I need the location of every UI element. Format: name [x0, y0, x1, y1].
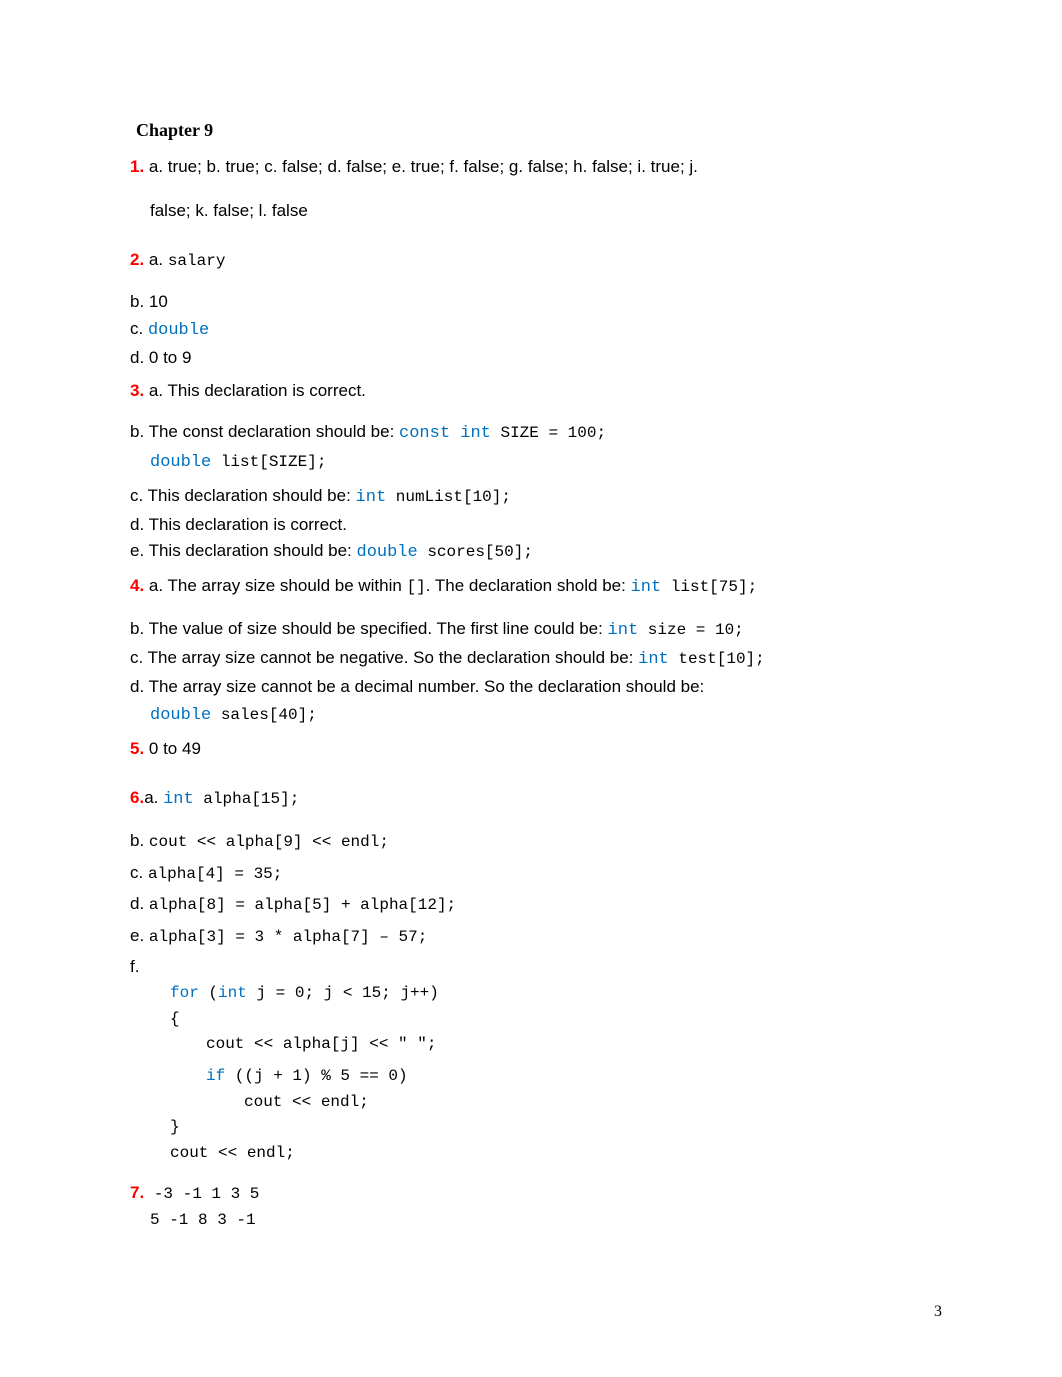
q4-c-text: c. The array size cannot be negative. So… — [130, 648, 638, 667]
q4-a-keyword: int — [631, 578, 662, 597]
q6-a-keyword: int — [163, 790, 194, 809]
q7-number: 7. — [130, 1183, 144, 1202]
q7-output1: -3 -1 1 3 5 — [144, 1185, 259, 1203]
q6-e-code: alpha[3] = 3 * alpha[7] – 57; — [149, 928, 427, 946]
q6-b-prefix: b. — [130, 831, 149, 850]
q2-b: b. 10 — [130, 291, 932, 314]
q7-line2: 5 -1 8 3 -1 — [150, 1210, 932, 1232]
q4-b-code: size = 10; — [638, 621, 744, 639]
q2-c-prefix: c. — [130, 319, 148, 338]
q6-b-code: cout << alpha[9] << endl; — [149, 833, 389, 851]
q7-line1: 7. -3 -1 1 3 5 — [130, 1182, 932, 1206]
q2-d: d. 0 to 9 — [130, 347, 932, 370]
q4-d-line2: double sales[40]; — [150, 703, 932, 728]
q6-a: 6.a. int alpha[15]; — [130, 787, 932, 812]
q2-c: c. double — [130, 318, 932, 343]
q6-d-code: alpha[8] = alpha[5] + alpha[12]; — [149, 896, 456, 914]
q4-d-code: sales[40]; — [211, 706, 317, 724]
q6-a-prefix: a. — [144, 788, 163, 807]
q3-b-line2-keyword: double — [150, 453, 211, 472]
q6-f-l1d: j = 0; j < 15; j++) — [247, 984, 439, 1002]
q3-d: d. This declaration is correct. — [130, 514, 932, 537]
q6-c-code: alpha[4] = 35; — [148, 865, 282, 883]
q3-b-keyword: const int — [399, 424, 491, 443]
q6-e-prefix: e. — [130, 926, 149, 945]
q6-f-line4: if ((j + 1) % 5 == 0) — [206, 1066, 932, 1088]
q6-d-prefix: d. — [130, 894, 149, 913]
q6-f-line1: for (int j = 0; j < 15; j++) — [170, 983, 932, 1005]
q4-c-keyword: int — [638, 650, 669, 669]
q4-a-code: list[75]; — [661, 578, 757, 596]
page-number: 3 — [934, 1303, 942, 1321]
q3-b-line1: b. The const declaration should be: cons… — [130, 421, 932, 446]
q6-number: 6. — [130, 788, 144, 807]
q6-d: d. alpha[8] = alpha[5] + alpha[12]; — [130, 893, 932, 917]
q4-b-text: b. The value of size should be specified… — [130, 619, 608, 638]
q4-a-text1: a. The array size should be within — [144, 576, 406, 595]
q6-f-l4b: ((j + 1) % 5 == 0) — [225, 1067, 407, 1085]
q2-a-prefix: a. — [144, 250, 168, 269]
q6-f-l1b: ( — [199, 984, 218, 1002]
q3-c-code: numList[10]; — [386, 488, 511, 506]
q6-f-prefix: f. — [130, 956, 932, 979]
q4-c: c. The array size cannot be negative. So… — [130, 647, 932, 672]
q3-c-text: c. This declaration should be: — [130, 486, 356, 505]
q3-c: c. This declaration should be: int numLi… — [130, 485, 932, 510]
q5-text: 0 to 49 — [144, 739, 201, 758]
q6-f-line6: } — [170, 1117, 932, 1139]
q4-a-text2: . The declaration shold be: — [426, 576, 631, 595]
q1-line2: false; k. false; l. false — [150, 200, 932, 223]
q3-c-keyword: int — [356, 488, 387, 507]
q2-number: 2. — [130, 250, 144, 269]
q4-d-line1: d. The array size cannot be a decimal nu… — [130, 676, 932, 699]
q6-e: e. alpha[3] = 3 * alpha[7] – 57; — [130, 925, 932, 949]
q3-b-line2: double list[SIZE]; — [150, 450, 932, 475]
q1-number: 1. — [130, 157, 144, 176]
q3-a: 3. a. This declaration is correct. — [130, 380, 932, 403]
q2-a: 2. a. salary — [130, 249, 932, 273]
q4-d-text: d. The array size cannot be a decimal nu… — [130, 677, 704, 696]
q4-b: b. The value of size should be specified… — [130, 618, 932, 643]
q6-f-for-keyword: for — [170, 984, 199, 1002]
q4-number: 4. — [130, 576, 144, 595]
q3-e: e. This declaration should be: double sc… — [130, 540, 932, 565]
q3-b-code: SIZE = 100; — [491, 424, 606, 442]
document-page: Chapter 9 1. a. true; b. true; c. false;… — [0, 0, 1062, 1377]
q4-c-code: test[10]; — [669, 650, 765, 668]
q6-f-line7: cout << endl; — [170, 1143, 932, 1165]
q3-number: 3. — [130, 381, 144, 400]
q3-a-text: a. This declaration is correct. — [144, 381, 366, 400]
q1-text1: a. true; b. true; c. false; d. false; e.… — [144, 157, 698, 176]
q4-d-keyword: double — [150, 706, 211, 725]
q6-c: c. alpha[4] = 35; — [130, 862, 932, 886]
q6-f-if-keyword: if — [206, 1067, 225, 1085]
q3-e-keyword: double — [357, 543, 418, 562]
q6-f-line5: cout << endl; — [244, 1092, 932, 1114]
q3-e-text: e. This declaration should be: — [130, 541, 357, 560]
q6-b: b. cout << alpha[9] << endl; — [130, 830, 932, 854]
q4-a: 4. a. The array size should be within []… — [130, 575, 932, 600]
q3-b-text: b. The const declaration should be: — [130, 422, 399, 441]
q4-b-keyword: int — [608, 621, 639, 640]
q5: 5. 0 to 49 — [130, 738, 932, 761]
q3-e-code: scores[50]; — [418, 543, 533, 561]
q6-f-line3: cout << alpha[j] << " "; — [206, 1034, 932, 1056]
q6-f-int-keyword: int — [218, 984, 247, 1002]
q2-c-keyword: double — [148, 321, 209, 340]
q2-a-code: salary — [168, 252, 226, 270]
chapter-heading: Chapter 9 — [136, 120, 932, 141]
q6-a-code: alpha[15]; — [194, 790, 300, 808]
q3-b-line2-code: list[SIZE]; — [211, 453, 326, 471]
q5-number: 5. — [130, 739, 144, 758]
q6-c-prefix: c. — [130, 863, 148, 882]
q6-f-line2: { — [170, 1009, 932, 1031]
q1-line1: 1. a. true; b. true; c. false; d. false;… — [130, 151, 932, 182]
q4-a-brackets: [] — [407, 578, 426, 596]
